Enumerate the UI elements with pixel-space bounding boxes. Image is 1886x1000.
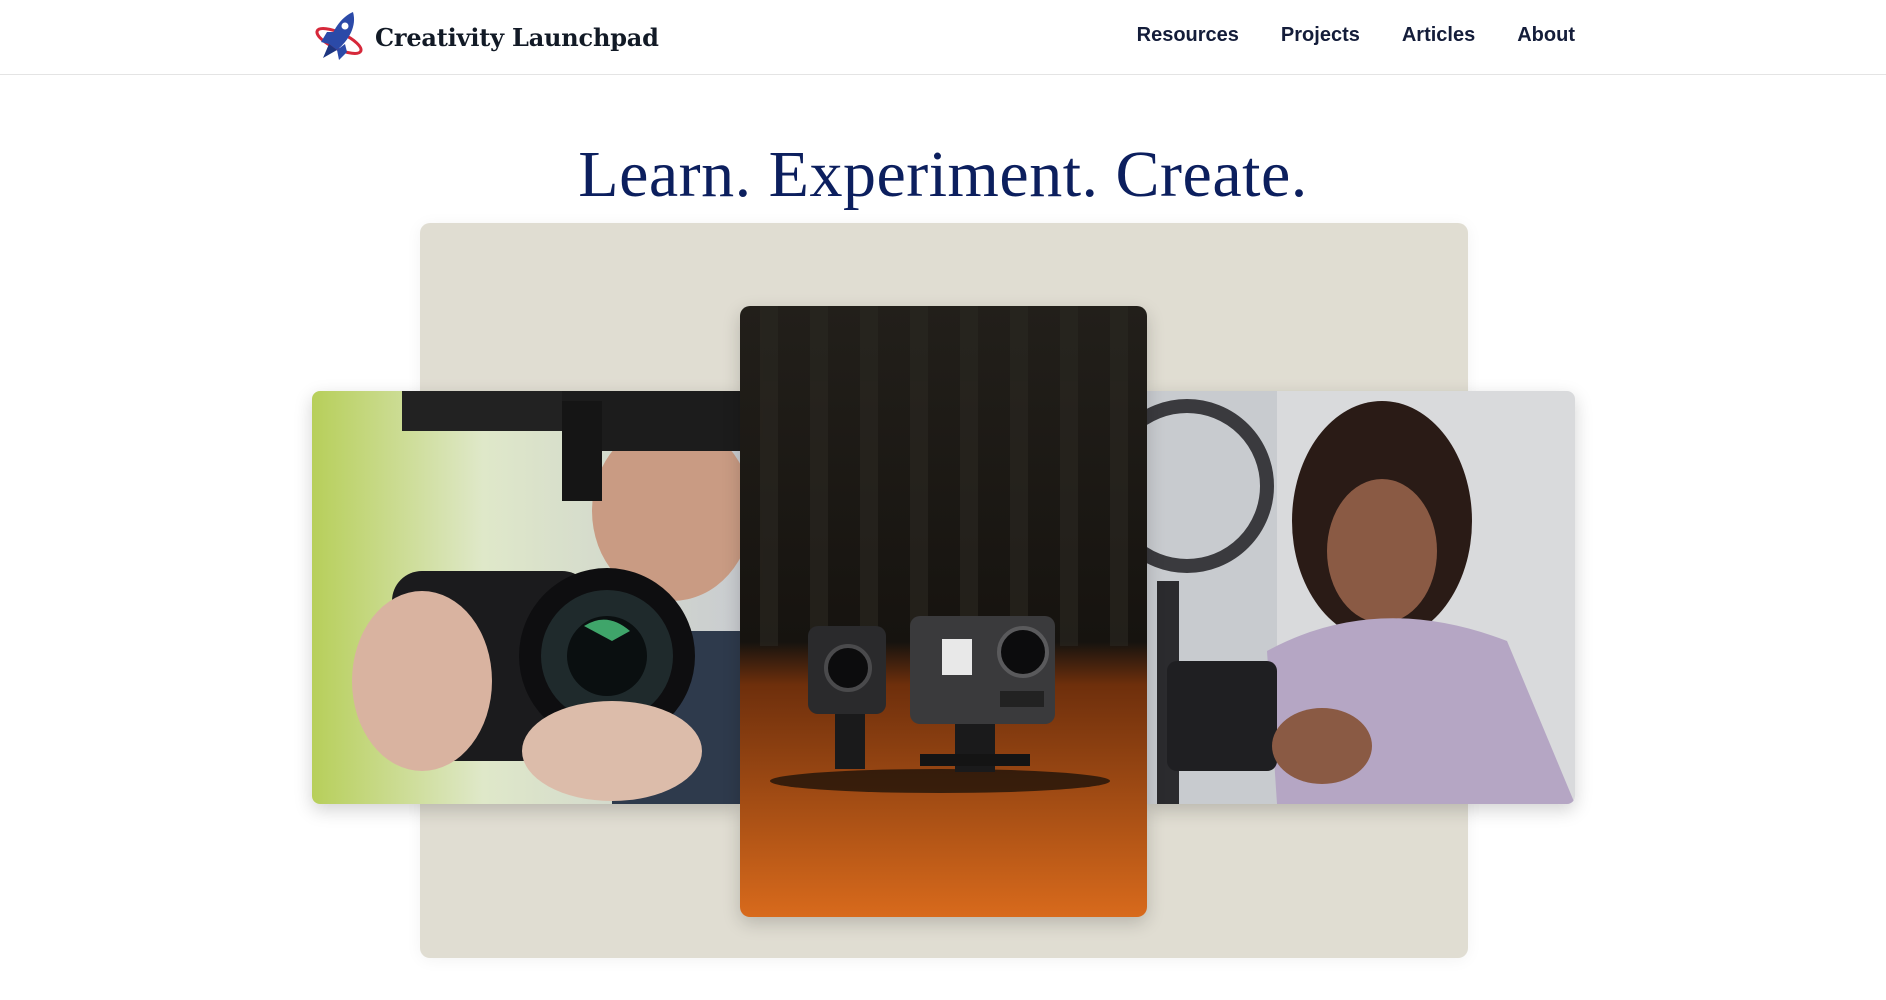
nav-link-articles[interactable]: Articles <box>1402 24 1475 47</box>
brand-name: Creativity Launchpad <box>375 22 659 52</box>
nav-link-about[interactable]: About <box>1517 24 1575 47</box>
photo-woman-ring-light <box>1147 391 1575 804</box>
top-navigation-bar: Creativity Launchpad Resources Projects … <box>0 0 1886 75</box>
main-nav: Resources Projects Articles About <box>1137 24 1575 47</box>
hero-title: Learn. Experiment. Create. <box>578 138 1308 211</box>
photo-action-cameras <box>740 306 1147 917</box>
nav-link-resources[interactable]: Resources <box>1137 24 1239 47</box>
rocket-icon <box>313 8 365 66</box>
photo-camera-operator <box>312 391 740 804</box>
nav-link-projects[interactable]: Projects <box>1281 24 1360 47</box>
brand-home-link[interactable]: Creativity Launchpad <box>313 7 659 67</box>
